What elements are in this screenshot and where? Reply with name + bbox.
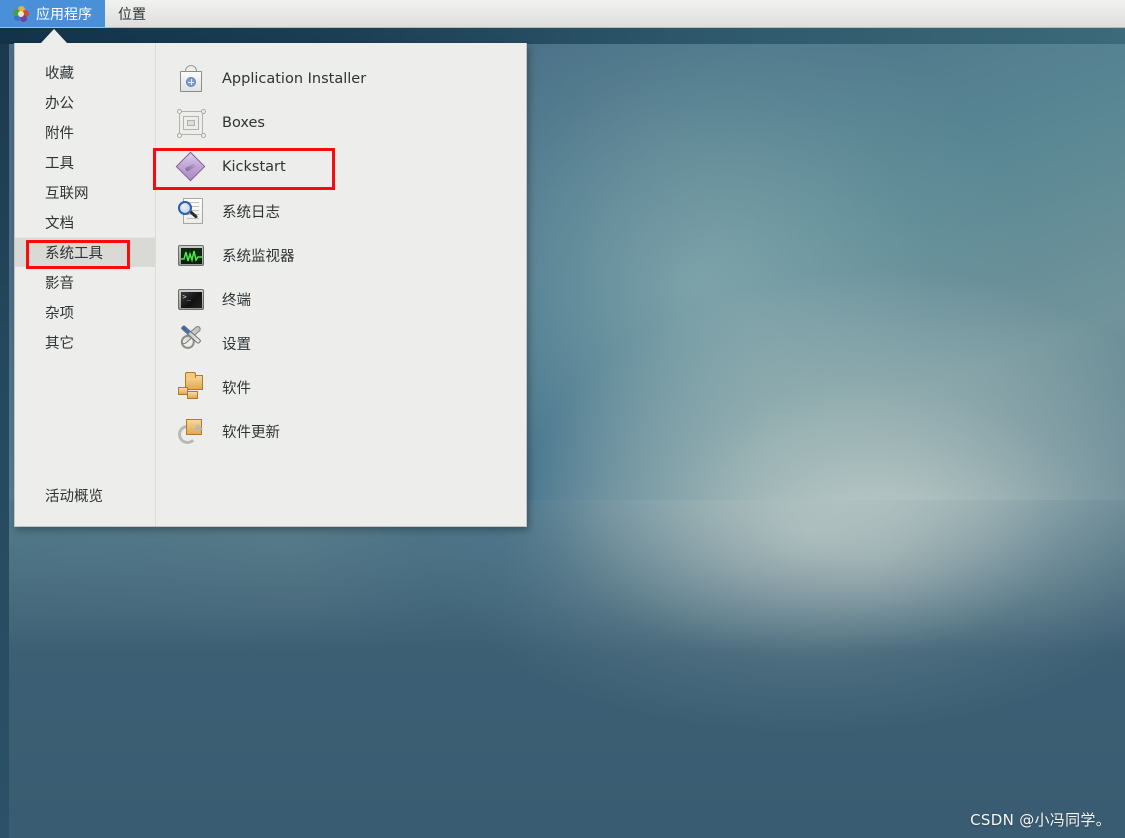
magnifier-document-icon [176,196,206,226]
category-label: 收藏 [45,65,74,82]
package-refresh-icon [176,416,206,446]
category-label: 办公 [45,95,74,112]
app-item-label: Kickstart [222,159,286,175]
app-item-label: 系统监视器 [222,248,295,265]
category-label: 系统工具 [45,245,103,262]
app-item-label: Boxes [222,115,265,131]
category-label: 附件 [45,125,74,142]
app-item-software-update[interactable]: 软件更新 [156,409,526,453]
app-item-kickstart[interactable]: Kickstart [156,145,526,189]
purple-diamond-icon [175,151,206,182]
application-list: Application Installer Boxes Kickstart 系统… [156,43,526,526]
app-item-application-installer[interactable]: Application Installer [156,57,526,101]
app-item-label: Application Installer [222,71,367,87]
app-item-settings[interactable]: 设置 [156,321,526,365]
category-item-accessories[interactable]: 附件 [15,117,155,147]
category-label: 影音 [45,275,74,292]
wireframe-box-icon [176,108,206,138]
desktop-left-edge-strip [0,28,9,838]
wrench-screwdriver-icon [176,324,206,358]
app-item-label: 系统日志 [222,204,280,221]
app-item-boxes[interactable]: Boxes [156,101,526,145]
category-item-internet[interactable]: 互联网 [15,177,155,207]
menu-tab-places-label: 位置 [118,6,146,23]
category-item-system-tools[interactable]: 系统工具 [15,237,155,267]
category-item-documents[interactable]: 文档 [15,207,155,237]
app-item-system-monitor[interactable]: 系统监视器 [156,233,526,277]
menu-tab-places[interactable]: 位置 [105,0,159,27]
app-item-software[interactable]: 软件 [156,365,526,409]
package-folder-icon [176,372,206,402]
category-label: 杂项 [45,305,74,322]
desktop-wallpaper-lower [0,500,1125,838]
shopping-bag-icon [176,64,206,94]
app-item-terminal[interactable]: >_ 终端 [156,277,526,321]
app-item-label: 软件更新 [222,424,280,441]
category-item-tools[interactable]: 工具 [15,147,155,177]
menu-tab-applications-label: 应用程序 [36,6,92,23]
panel-shadow-strip [0,28,1125,44]
app-item-label: 软件 [222,380,251,397]
monitor-graph-icon [176,240,206,270]
menu-tab-applications[interactable]: 应用程序 [0,0,105,27]
menu-pointer-arrow [41,29,67,43]
category-item-office[interactable]: 办公 [15,87,155,117]
watermark-text: CSDN @小冯同学。 [970,811,1111,829]
category-item-other[interactable]: 其它 [15,327,155,357]
applications-menu-panel: 收藏 办公 附件 工具 互联网 文档 系统工具 影音 杂项 其它 活动概览 Ap… [14,43,527,527]
category-label: 文档 [45,215,74,232]
top-menubar: 应用程序 位置 [0,0,1125,28]
category-label: 互联网 [45,185,89,202]
app-item-label: 终端 [222,292,251,309]
category-list: 收藏 办公 附件 工具 互联网 文档 系统工具 影音 杂项 其它 活动概览 [15,43,156,526]
activities-overview-button[interactable]: 活动概览 [45,485,103,506]
category-item-misc[interactable]: 杂项 [15,297,155,327]
category-item-multimedia[interactable]: 影音 [15,267,155,297]
category-label: 其它 [45,335,74,352]
app-item-label: 设置 [222,336,251,353]
gnome-foot-icon [13,5,29,22]
category-item-favorites[interactable]: 收藏 [15,57,155,87]
app-item-system-log[interactable]: 系统日志 [156,189,526,233]
category-label: 工具 [45,155,74,172]
terminal-icon: >_ [176,284,206,314]
